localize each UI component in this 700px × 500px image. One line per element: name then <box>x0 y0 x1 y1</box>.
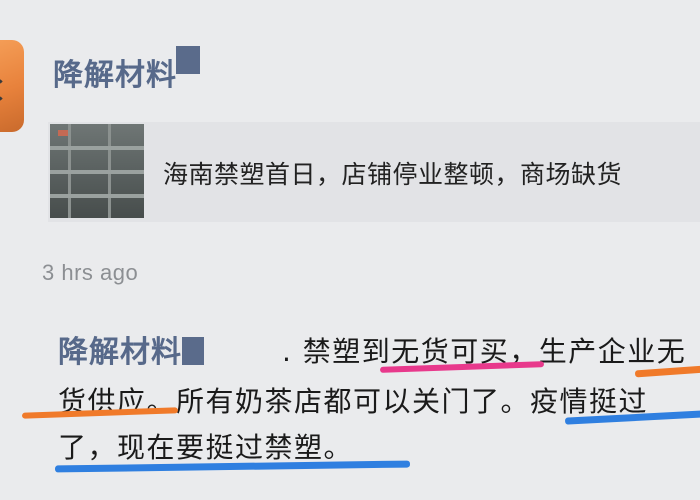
post-author-name[interactable]: 降解材料 <box>53 50 177 94</box>
avatar[interactable] <box>0 40 24 132</box>
redaction-block <box>182 337 204 365</box>
post-timestamp: 3 hrs ago <box>42 260 139 285</box>
shared-link-title[interactable]: 海南禁塑首日，店铺停业整顿，商场缺货 <box>163 155 622 191</box>
avatar-face-icon <box>0 78 6 102</box>
comment-author-name[interactable]: 降解材料 <box>58 327 182 371</box>
redaction-block <box>176 46 200 74</box>
shared-link-thumbnail[interactable] <box>50 124 144 218</box>
comment-text-line-3: 了，现在要挺过禁塑。 <box>58 431 354 464</box>
